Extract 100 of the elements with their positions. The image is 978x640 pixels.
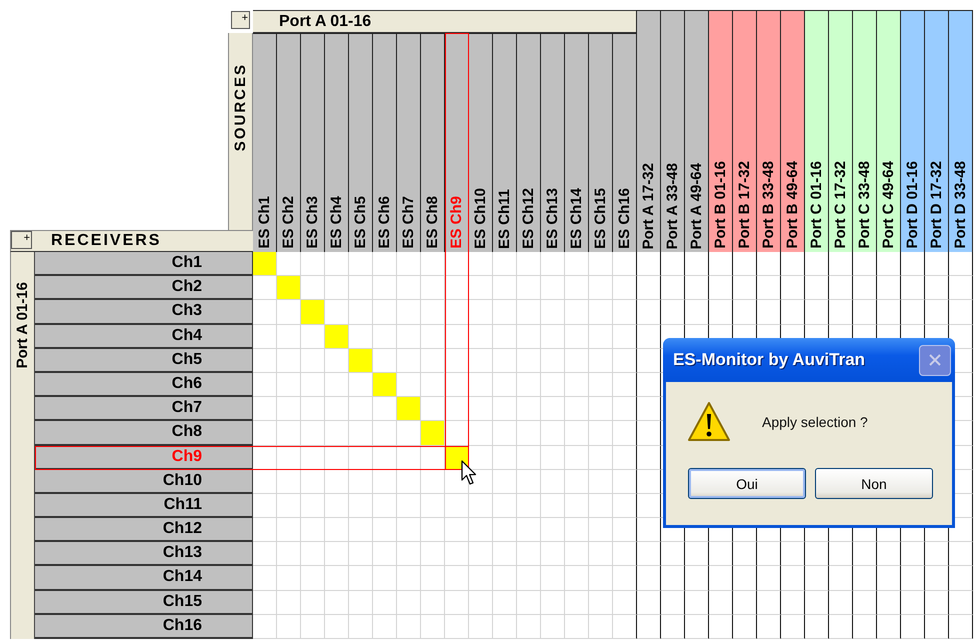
crosspoint-cell[interactable] — [781, 300, 805, 325]
crosspoint-cell[interactable] — [805, 542, 829, 566]
crosspoint-cell[interactable] — [637, 421, 661, 446]
receiver-row-header[interactable]: Ch12 — [35, 518, 253, 542]
crosspoint-cell[interactable] — [805, 566, 829, 591]
crosspoint-cell[interactable] — [949, 614, 973, 639]
crosspoint-cell[interactable] — [901, 566, 925, 591]
crosspoint-cell[interactable] — [661, 252, 685, 276]
receiver-row-header[interactable]: Ch8 — [35, 421, 253, 446]
crosspoint-cell[interactable] — [877, 252, 901, 276]
source-column-header[interactable]: Port A 17-32 — [636, 10, 661, 252]
source-column-header[interactable]: Port B 01-16 — [708, 10, 733, 252]
crosspoint-cell[interactable] — [709, 276, 733, 300]
crosspoint-cell[interactable] — [781, 276, 805, 300]
crosspoint-cell[interactable] — [877, 542, 901, 566]
crosspoint-cell[interactable] — [805, 252, 829, 276]
crosspoint-cell[interactable] — [613, 566, 637, 591]
source-column-header[interactable]: Port D 17-32 — [924, 10, 949, 252]
crosspoint-cell[interactable] — [613, 276, 637, 300]
receiver-row-header[interactable]: Ch6 — [35, 372, 253, 398]
source-column-header[interactable]: ES Ch16 — [613, 33, 637, 252]
crosspoint-cell[interactable] — [613, 300, 637, 325]
crosspoint-cell[interactable] — [925, 566, 949, 591]
crosspoint-cell[interactable] — [853, 590, 877, 615]
source-column-header[interactable]: Port C 49-64 — [876, 10, 901, 252]
crosspoint-cell[interactable] — [637, 470, 661, 494]
crosspoint-cell[interactable] — [925, 542, 949, 566]
receiver-row-header[interactable]: Ch3 — [35, 300, 253, 325]
dialog-button[interactable]: Oui — [688, 468, 806, 499]
crosspoint-cell[interactable] — [637, 614, 661, 639]
receiver-row-header[interactable]: Ch2 — [35, 276, 253, 300]
crosspoint-cell[interactable] — [733, 300, 757, 325]
crosspoint-cell[interactable] — [805, 614, 829, 639]
crosspoint-cell[interactable] — [709, 614, 733, 639]
crosspoint-cell[interactable] — [661, 590, 685, 615]
crosspoint-cell[interactable] — [613, 324, 637, 349]
crosspoint-cell[interactable] — [901, 542, 925, 566]
crosspoint-cell[interactable] — [685, 614, 709, 639]
crosspoint-cell[interactable] — [685, 542, 709, 566]
crosspoint-cell[interactable] — [685, 252, 709, 276]
source-column-header[interactable]: ES Ch1 — [253, 33, 277, 252]
crosspoint-cell[interactable] — [757, 300, 781, 325]
crosspoint-cell[interactable] — [637, 348, 661, 373]
crosspoint-cell[interactable] — [829, 252, 853, 276]
crosspoint-cell[interactable] — [709, 542, 733, 566]
crosspoint-cell[interactable] — [733, 542, 757, 566]
source-column-header[interactable]: ES Ch12 — [517, 33, 541, 252]
crosspoint-cell[interactable] — [637, 494, 661, 518]
source-column-header[interactable]: ES Ch2 — [277, 33, 301, 252]
crosspoint-cell[interactable] — [613, 348, 637, 373]
receiver-row-header[interactable]: Ch5 — [35, 348, 253, 373]
crosspoint-cell[interactable] — [805, 276, 829, 300]
crosspoint-cell[interactable] — [781, 590, 805, 615]
crosspoint-cell[interactable] — [829, 590, 853, 615]
crosspoint-cell[interactable] — [901, 300, 925, 325]
crosspoint-cell[interactable] — [733, 590, 757, 615]
crosspoint-cell[interactable] — [661, 276, 685, 300]
crosspoint-cell[interactable] — [637, 446, 661, 470]
crosspoint-cell[interactable] — [661, 566, 685, 591]
crosspoint-cell[interactable] — [637, 252, 661, 276]
crosspoint-cell[interactable] — [733, 614, 757, 639]
source-column-header[interactable]: Port C 17-32 — [828, 10, 853, 252]
receiver-row-header[interactable]: Ch13 — [35, 542, 253, 566]
receiver-row-header[interactable]: Ch16 — [35, 614, 253, 639]
crosspoint-cell[interactable] — [925, 276, 949, 300]
source-column-header[interactable]: Port A 33-48 — [660, 10, 685, 252]
crosspoint-cell[interactable] — [637, 300, 661, 325]
crosspoint-cell[interactable] — [613, 421, 637, 446]
crosspoint-cell[interactable] — [781, 252, 805, 276]
crosspoint-cell[interactable] — [757, 276, 781, 300]
source-column-header[interactable]: ES Ch15 — [589, 33, 613, 252]
crosspoint-cell[interactable] — [877, 300, 901, 325]
crosspoint-cell[interactable] — [925, 590, 949, 615]
crosspoint-cell[interactable] — [829, 542, 853, 566]
dialog-button[interactable]: Non — [815, 468, 933, 499]
crosspoint-cell[interactable] — [949, 300, 973, 325]
crosspoint-cell[interactable] — [637, 324, 661, 349]
crosspoint-cell[interactable] — [949, 276, 973, 300]
crosspoint-cell[interactable] — [781, 566, 805, 591]
crosspoint-cell[interactable] — [613, 518, 637, 542]
crosspoint-cell[interactable] — [877, 276, 901, 300]
crosspoint-cell[interactable] — [613, 494, 637, 518]
crosspoint-cell[interactable] — [925, 300, 949, 325]
source-column-header[interactable]: Port C 01-16 — [804, 10, 829, 252]
crosspoint-cell[interactable] — [901, 614, 925, 639]
receiver-row-header[interactable]: Ch10 — [35, 470, 253, 494]
crosspoint-cell[interactable] — [949, 590, 973, 615]
crosspoint-cell[interactable] — [685, 590, 709, 615]
crosspoint-cell[interactable] — [613, 542, 637, 566]
crosspoint-cell[interactable] — [709, 566, 733, 591]
crosspoint-cell[interactable] — [661, 542, 685, 566]
crosspoint-cell[interactable] — [637, 397, 661, 422]
crosspoint-cell[interactable] — [757, 566, 781, 591]
source-column-header[interactable]: Port B 17-32 — [732, 10, 757, 252]
crosspoint-cell[interactable] — [733, 276, 757, 300]
expand-button[interactable]: + — [231, 11, 250, 29]
crosspoint-cell[interactable] — [853, 276, 877, 300]
crosspoint-cell[interactable] — [685, 300, 709, 325]
crosspoint-cell[interactable] — [757, 614, 781, 639]
source-column-header[interactable]: ES Ch8 — [421, 33, 445, 252]
